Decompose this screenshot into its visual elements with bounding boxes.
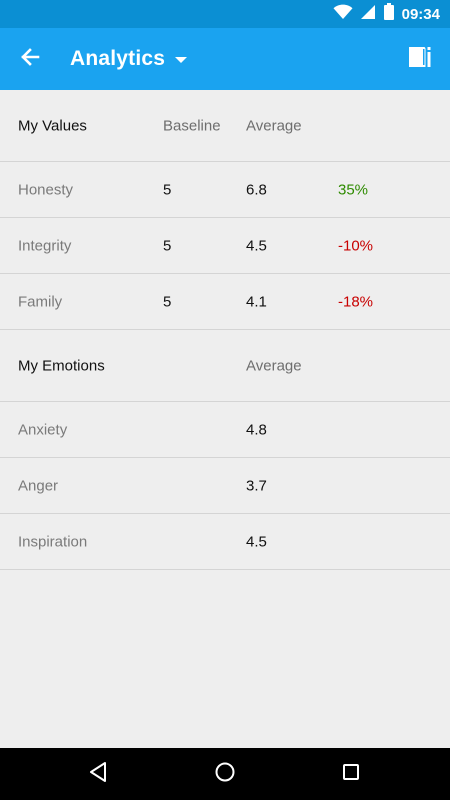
nav-recents-icon [341, 762, 361, 787]
emotions-average-column-header: Average [246, 357, 302, 374]
value-baseline: 5 [163, 181, 172, 198]
value-label: Integrity [18, 237, 72, 254]
status-time: 09:34 [401, 5, 440, 23]
status-bar: 09:34 [0, 0, 450, 28]
value-change: -10% [338, 237, 374, 254]
cell-signal-icon [360, 4, 376, 25]
value-change: -18% [338, 293, 374, 310]
emotion-average: 4.5 [246, 533, 267, 550]
battery-icon [383, 3, 394, 25]
journal-icon [408, 45, 432, 74]
wifi-icon [333, 4, 353, 25]
nav-back-icon [88, 761, 110, 788]
value-baseline: 5 [163, 237, 172, 254]
emotions-section-title: My Emotions [18, 357, 105, 374]
value-average: 6.8 [246, 181, 267, 198]
dropdown-icon [175, 57, 188, 63]
journal-button[interactable] [400, 39, 440, 79]
analytics-table: My Values Baseline Average Honesty 5 6.8… [0, 90, 450, 570]
emotion-label: Anxiety [18, 421, 68, 438]
emotions-header-row: My Emotions Average [0, 330, 450, 402]
value-change: 35% [338, 181, 369, 198]
value-average: 4.5 [246, 237, 267, 254]
back-arrow-icon [20, 47, 40, 72]
emotion-label: Inspiration [18, 533, 88, 550]
value-row[interactable]: Integrity 5 4.5 -10% [0, 218, 450, 274]
nav-recents-button[interactable] [331, 754, 371, 794]
values-header-row: My Values Baseline Average [0, 90, 450, 162]
value-average: 4.1 [246, 293, 267, 310]
nav-home-button[interactable] [205, 754, 245, 794]
app-bar: Analytics [0, 28, 450, 90]
system-nav-bar [0, 748, 450, 800]
value-label: Family [18, 293, 63, 310]
value-row[interactable]: Family 5 4.1 -18% [0, 274, 450, 330]
values-section-title: My Values [18, 117, 87, 134]
value-label: Honesty [18, 181, 74, 198]
emotion-average: 3.7 [246, 477, 267, 494]
page-title: Analytics [70, 47, 166, 70]
average-column-header: Average [246, 117, 302, 134]
value-row[interactable]: Honesty 5 6.8 35% [0, 162, 450, 218]
emotion-label: Anger [18, 477, 59, 494]
back-button[interactable] [10, 39, 50, 79]
emotion-row[interactable]: Inspiration 4.5 [0, 514, 450, 570]
nav-home-icon [214, 761, 236, 788]
value-baseline: 5 [163, 293, 172, 310]
emotion-row[interactable]: Anger 3.7 [0, 458, 450, 514]
emotion-average: 4.8 [246, 421, 267, 438]
baseline-column-header: Baseline [163, 117, 221, 134]
status-icons: 09:34 [333, 3, 440, 25]
title-dropdown[interactable]: Analytics [70, 42, 188, 76]
nav-back-button[interactable] [79, 754, 119, 794]
emotion-row[interactable]: Anxiety 4.8 [0, 402, 450, 458]
